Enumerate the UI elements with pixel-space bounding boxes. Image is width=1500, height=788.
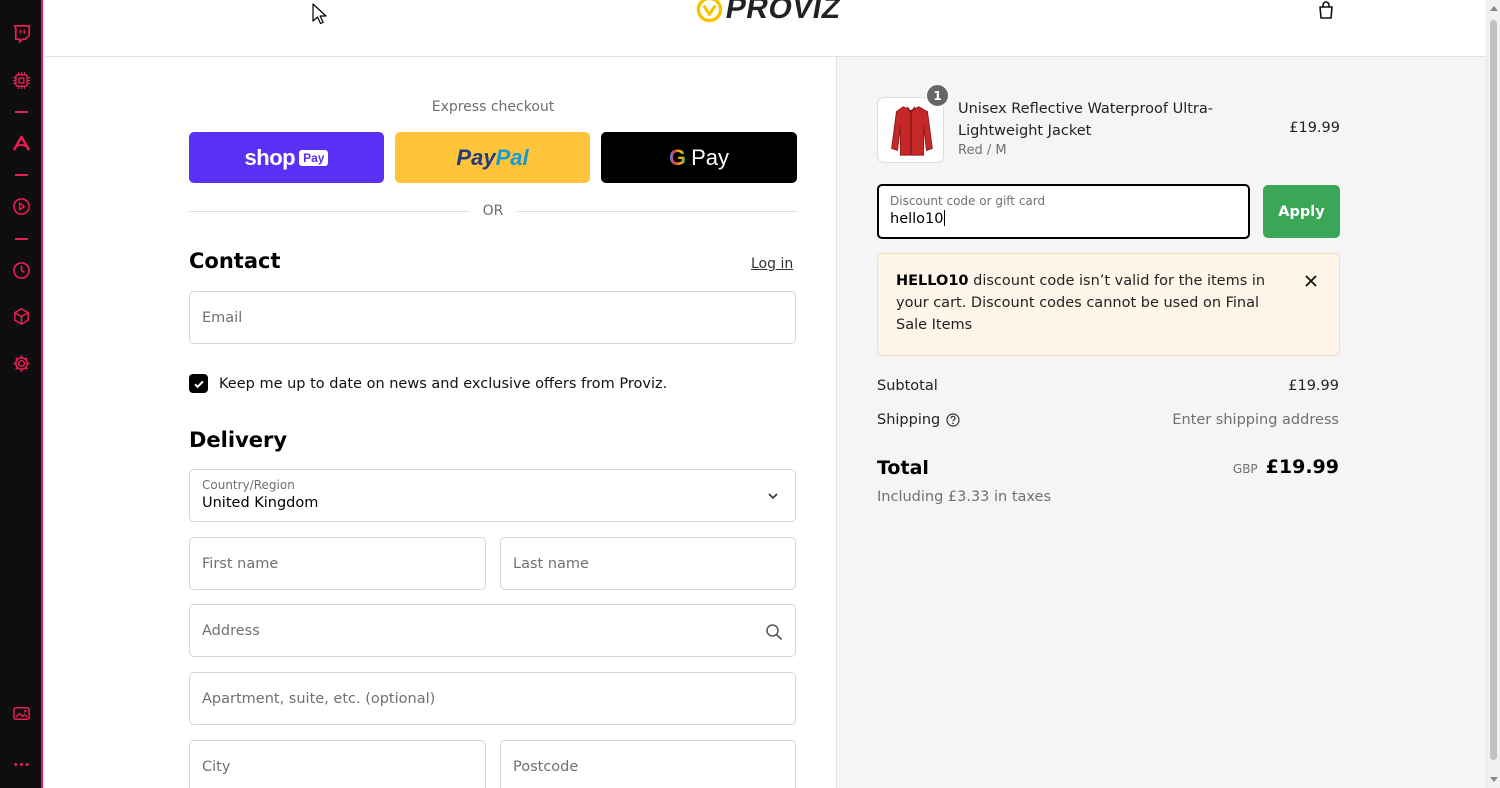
- log-in-link[interactable]: Log in: [751, 256, 793, 272]
- sidebar-divider: [15, 111, 28, 113]
- paypal-wordmark: PayPal: [456, 144, 529, 170]
- shop-pay-badge: Pay: [299, 149, 329, 166]
- shop-pay-button[interactable]: shop Pay: [189, 132, 384, 183]
- shipping-value: Enter shipping address: [1172, 412, 1339, 428]
- product-price: £19.99: [1289, 120, 1340, 136]
- or-text: OR: [482, 203, 504, 219]
- newsletter-label: Keep me up to date on news and exclusive…: [219, 375, 668, 392]
- total-label: Total: [877, 457, 929, 479]
- order-summary: 1 Unisex Reflective Waterproof Ultra-Lig…: [836, 57, 1486, 788]
- first-name-field[interactable]: [189, 537, 486, 590]
- email-field[interactable]: [189, 291, 796, 344]
- address-input[interactable]: [190, 605, 795, 656]
- city-input[interactable]: [190, 741, 485, 788]
- apartment-input[interactable]: [190, 673, 795, 724]
- product-variant: Red / M: [958, 143, 1007, 158]
- last-name-field[interactable]: [500, 537, 796, 590]
- help-icon[interactable]: [946, 413, 960, 427]
- sidebar-divider: [15, 238, 28, 240]
- currency-code: GBP: [1232, 462, 1258, 476]
- arc-icon[interactable]: [11, 133, 32, 154]
- error-code: HELLO10: [896, 273, 969, 289]
- box-icon[interactable]: [11, 306, 32, 327]
- gear-icon[interactable]: [11, 353, 32, 374]
- subtotal-label: Subtotal: [877, 378, 938, 394]
- first-name-input[interactable]: [190, 538, 485, 589]
- country-label: Country/Region: [202, 478, 295, 492]
- gallery-icon[interactable]: [11, 703, 32, 724]
- scroll-down-icon[interactable]: [1490, 777, 1498, 782]
- total-amount: £19.99: [1265, 456, 1339, 478]
- page-scrollbar[interactable]: [1486, 0, 1500, 788]
- twitch-icon[interactable]: [11, 23, 32, 44]
- google-pay-button[interactable]: G Pay: [601, 132, 797, 183]
- text-caret: [943, 210, 945, 226]
- app-sidebar: [0, 0, 43, 788]
- proviz-logo[interactable]: PROVIZ: [696, 0, 844, 25]
- scroll-up-icon[interactable]: [1490, 6, 1498, 11]
- shop-pay-wordmark: shop: [244, 144, 296, 170]
- product-name: Unisex Reflective Waterproof Ultra-Light…: [958, 101, 1214, 139]
- more-icon[interactable]: [11, 754, 32, 775]
- city-field[interactable]: [189, 740, 486, 788]
- discount-code-label: Discount code or gift card: [890, 194, 1046, 208]
- sidebar-divider: [15, 174, 28, 176]
- chevron-down-icon: [768, 493, 778, 500]
- discount-code-input[interactable]: hello10: [890, 210, 945, 227]
- play-icon[interactable]: [11, 196, 32, 217]
- country-value: United Kingdom: [202, 495, 319, 511]
- logo-text: PROVIZ: [723, 0, 844, 25]
- postcode-field[interactable]: [500, 740, 796, 788]
- postcode-input[interactable]: [501, 741, 795, 788]
- or-divider: OR: [189, 203, 797, 219]
- product-thumbnail: [877, 97, 944, 163]
- site-header: PROVIZ: [45, 0, 1486, 57]
- discount-error-message: HELLO10 discount code isn’t valid for th…: [896, 270, 1286, 336]
- newsletter-row[interactable]: Keep me up to date on news and exclusive…: [189, 374, 667, 393]
- contact-title: Contact: [189, 249, 281, 273]
- country-select[interactable]: Country/Region United Kingdom: [189, 469, 796, 522]
- mouse-cursor-icon: [312, 3, 327, 25]
- checkout-form: Express checkout shop Pay PayPal G Pay O…: [45, 57, 836, 788]
- search-icon[interactable]: [765, 623, 783, 641]
- tax-note: Including £3.33 in taxes: [877, 489, 1052, 505]
- chip-icon[interactable]: [11, 70, 32, 91]
- google-pay-label: Pay: [691, 144, 730, 170]
- google-g-icon: G: [668, 144, 687, 170]
- last-name-input[interactable]: [501, 538, 795, 589]
- checkmark-icon: [193, 380, 204, 388]
- shopping-bag-icon[interactable]: [1316, 0, 1336, 20]
- quantity-badge: 1: [926, 84, 949, 107]
- discount-code-field[interactable]: Discount code or gift card hello10: [877, 184, 1250, 239]
- apartment-field[interactable]: [189, 672, 796, 725]
- subtotal-value: £19.99: [1288, 378, 1339, 394]
- email-input[interactable]: [190, 292, 795, 343]
- clock-icon[interactable]: [11, 260, 32, 281]
- express-checkout-label: Express checkout: [431, 99, 555, 115]
- delivery-title: Delivery: [189, 428, 288, 452]
- discount-error-alert: HELLO10 discount code isn’t valid for th…: [877, 253, 1340, 356]
- apply-discount-button[interactable]: Apply: [1263, 185, 1340, 238]
- total-value-group: GBP £19.99: [1233, 456, 1339, 478]
- address-field[interactable]: [189, 604, 796, 657]
- paypal-button[interactable]: PayPal: [395, 132, 590, 183]
- jacket-image-icon: [890, 106, 933, 156]
- newsletter-checkbox[interactable]: [189, 374, 208, 393]
- proviz-logo-mark-icon: [696, 0, 723, 22]
- close-icon[interactable]: [1303, 273, 1319, 289]
- shipping-label: Shipping: [877, 412, 960, 428]
- scrollbar-thumb[interactable]: [1490, 20, 1497, 760]
